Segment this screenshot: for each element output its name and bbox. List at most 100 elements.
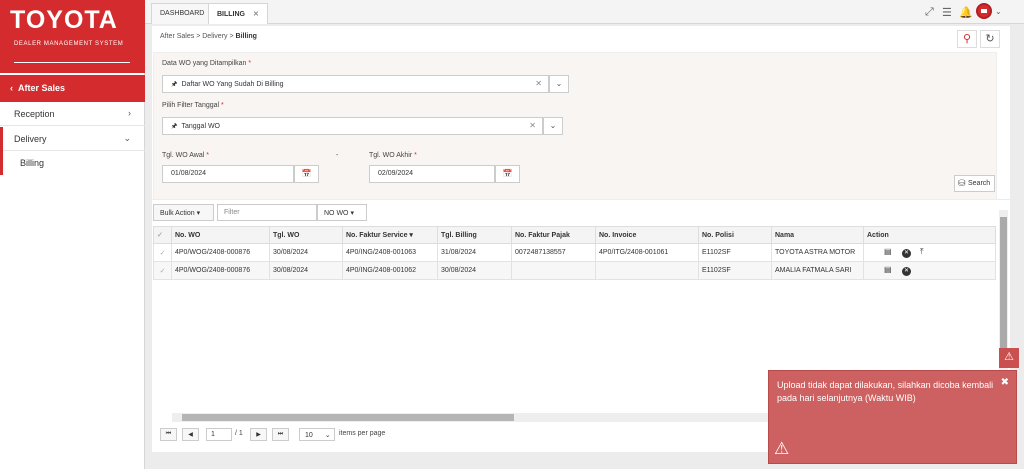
upload-icon[interactable]: ⤒: [920, 247, 929, 256]
sidebar-item-label: Billing: [20, 158, 45, 168]
prev-page-button[interactable]: ◀: [182, 428, 199, 441]
fullscreen-icon[interactable]: ⤢: [925, 6, 934, 19]
active-menu-indicator: [0, 127, 3, 175]
scrollbar-thumb[interactable]: [182, 414, 514, 421]
toast-message: Upload tidak dapat dilakukan, silahkan d…: [777, 380, 994, 403]
sidebar-section-label: After Sales: [18, 83, 66, 93]
breadcrumb-billing: Billing: [235, 33, 257, 40]
clear-icon[interactable]: ✕: [529, 121, 536, 130]
sidebar-item-reception[interactable]: Reception ›: [0, 102, 145, 126]
tab-bar: [145, 0, 1024, 24]
sort-desc-icon: ▾: [409, 232, 413, 239]
end-date-calendar-button[interactable]: 📅: [495, 165, 520, 183]
search-toggle-button[interactable]: ⚲: [957, 30, 977, 48]
cell-tgl-wo: 30/08/2024: [269, 243, 343, 262]
close-icon[interactable]: ✕: [253, 11, 259, 18]
cell-no-wo: 4P0/WOG/2408-000876: [171, 261, 270, 280]
bell-icon[interactable]: 🔔: [959, 6, 973, 19]
cell-nama: AMALIA FATMALA SARI: [771, 261, 864, 280]
calendar-icon: 📅: [502, 169, 513, 178]
cell-tgl-billing: 31/08/2024: [437, 243, 512, 262]
avatar[interactable]: [976, 3, 992, 19]
breadcrumb-after-sales[interactable]: After Sales: [160, 33, 194, 40]
cell-tgl-billing: 30/08/2024: [437, 261, 512, 280]
grid-filter-input[interactable]: Filter: [217, 204, 317, 221]
search-button[interactable]: ⛁ Search: [954, 175, 995, 192]
sidebar-item-billing[interactable]: Billing: [0, 151, 145, 175]
start-date-calendar-button[interactable]: 📅: [294, 165, 319, 183]
detail-icon[interactable]: ▤: [884, 247, 893, 256]
cell-action: ▤ ✕ ⤒: [863, 243, 996, 262]
date-range-dash: -: [336, 152, 339, 159]
next-page-button[interactable]: ▶: [250, 428, 267, 441]
sidebar-item-label: Delivery: [14, 134, 47, 144]
wo-data-select[interactable]: 🖈 Daftar WO Yang Sudah Di Billing ✕: [162, 75, 549, 93]
column-header: Action: [863, 226, 996, 244]
row-checkbox[interactable]: ✓: [153, 261, 172, 280]
bulk-action-button[interactable]: Bulk Action ▾: [153, 204, 214, 221]
cancel-icon[interactable]: ✕: [902, 249, 911, 258]
last-page-icon: ⏭: [277, 431, 284, 437]
tab-label: BILLING: [217, 11, 245, 18]
chevron-down-icon[interactable]: ⌄: [995, 7, 1002, 16]
table-row[interactable]: ✓ 4P0/WOG/2408-000876 30/08/2024 4P0/ING…: [153, 243, 996, 262]
cell-polisi: E1102SF: [698, 261, 772, 280]
row-checkbox[interactable]: ✓: [153, 243, 172, 262]
start-date-input[interactable]: 01/08/2024: [162, 165, 294, 183]
filter-field-select[interactable]: NO WO ▾: [317, 204, 367, 221]
date-filter-label: Pilih Filter Tanggal *: [162, 102, 224, 109]
page-size-select[interactable]: 10 ⌄: [299, 428, 335, 441]
tab-billing[interactable]: BILLING ✕: [208, 3, 268, 24]
page-number-input[interactable]: 1: [206, 428, 232, 441]
date-filter-dropdown-button[interactable]: ⌄: [543, 117, 563, 135]
breadcrumb-delivery[interactable]: Delivery: [202, 33, 227, 40]
clear-icon[interactable]: ✕: [535, 79, 542, 88]
column-header[interactable]: No. Faktur Pajak: [511, 226, 596, 244]
first-page-button[interactable]: ⏮: [160, 428, 177, 441]
date-filter-value: Tanggal WO: [181, 123, 221, 130]
last-page-button[interactable]: ⏭: [272, 428, 289, 441]
tab-label: DASHBOARD: [160, 10, 205, 17]
column-header[interactable]: No. Faktur Service ▾: [342, 226, 438, 244]
calendar-icon: 📅: [301, 169, 312, 178]
breadcrumb: After Sales > Delivery > Billing: [160, 33, 257, 40]
sidebar-section-after-sales[interactable]: ‹ After Sales: [0, 75, 145, 102]
search-button-label: Search: [968, 180, 991, 187]
caret-down-icon: ▾: [350, 210, 354, 217]
brand-subtitle: DEALER MANAGEMENT SYSTEM: [14, 41, 124, 47]
wo-data-value: Daftar WO Yang Sudah Di Billing: [181, 81, 284, 88]
page-size-label: items per page: [339, 430, 386, 437]
pin-icon: 🖈: [171, 123, 178, 130]
warning-icon: ⚠: [1004, 351, 1014, 363]
date-filter-select[interactable]: 🖈 Tanggal WO ✕: [162, 117, 543, 135]
notification-tab[interactable]: ⚠: [999, 348, 1019, 368]
select-all-checkbox[interactable]: ✓: [153, 226, 172, 244]
cell-polisi: E1102SF: [698, 243, 772, 262]
column-header[interactable]: No. WO: [171, 226, 270, 244]
column-header[interactable]: Tgl. Billing: [437, 226, 512, 244]
refresh-button[interactable]: ↻: [980, 30, 1000, 48]
column-header[interactable]: No. Polisi: [698, 226, 772, 244]
end-date-input[interactable]: 02/09/2024: [369, 165, 495, 183]
cancel-icon[interactable]: ✕: [902, 267, 911, 276]
wo-data-dropdown-button[interactable]: ⌄: [549, 75, 569, 93]
detail-icon[interactable]: ▤: [884, 265, 893, 274]
tab-dashboard[interactable]: DASHBOARD: [151, 3, 214, 24]
menu-icon[interactable]: ☰: [942, 6, 952, 19]
vertical-scrollbar[interactable]: [999, 210, 1008, 370]
prev-page-icon: ◀: [188, 432, 193, 438]
cell-faktur-pajak: [511, 261, 596, 280]
end-date-label: Tgl. WO Akhir *: [369, 152, 417, 159]
chevron-down-icon: ⌄: [555, 79, 563, 88]
page-count: / 1: [235, 430, 243, 437]
chevron-left-icon: ‹: [10, 83, 18, 93]
sidebar-item-delivery[interactable]: Delivery ⌄: [0, 127, 145, 151]
column-header[interactable]: No. Invoice: [595, 226, 699, 244]
table-row[interactable]: ✓ 4P0/WOG/2408-000876 30/08/2024 4P0/ING…: [153, 261, 996, 280]
close-icon[interactable]: ✖: [1001, 377, 1009, 388]
scrollbar-thumb[interactable]: [1000, 217, 1007, 357]
chevron-right-icon: ›: [128, 108, 131, 118]
horizontal-scrollbar[interactable]: [172, 413, 822, 422]
column-header[interactable]: Tgl. WO: [269, 226, 343, 244]
column-header[interactable]: Nama: [771, 226, 864, 244]
